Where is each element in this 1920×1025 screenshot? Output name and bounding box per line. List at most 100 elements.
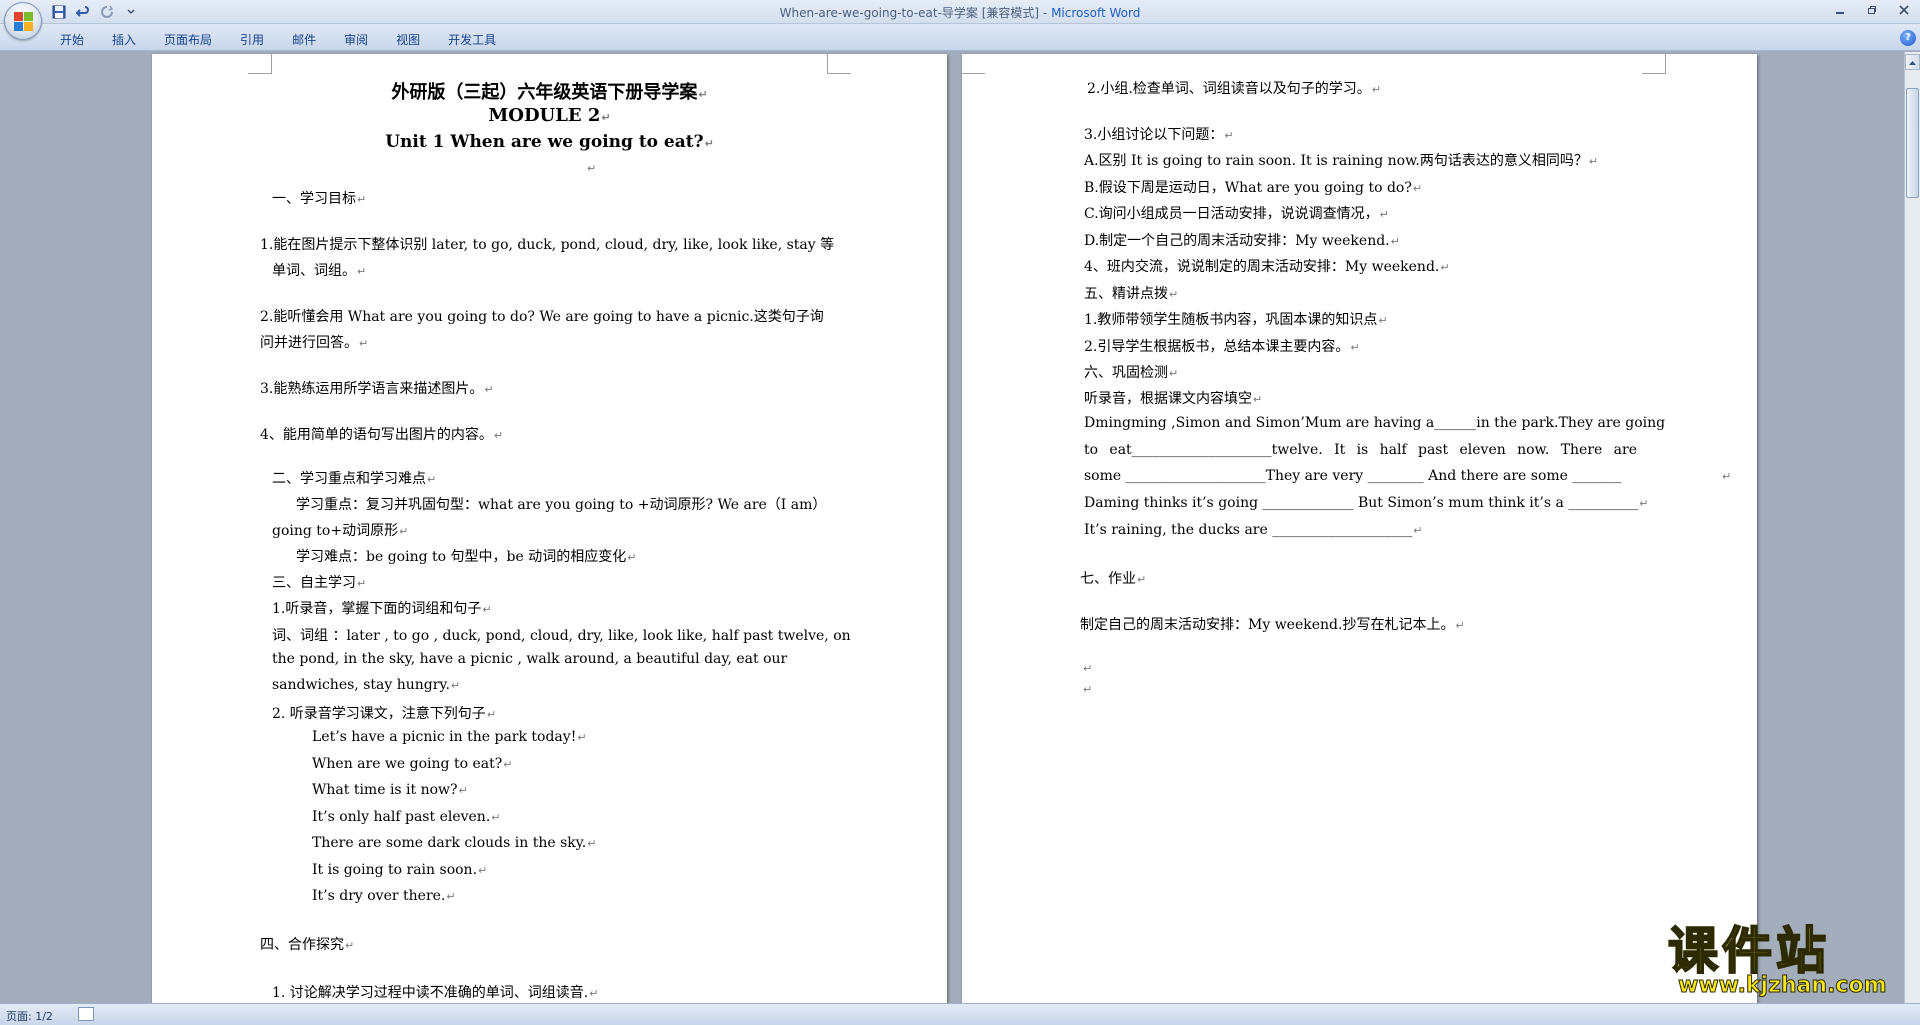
- tab-home[interactable]: 开始: [48, 29, 96, 50]
- watermark-brand: 课件站: [1667, 922, 1830, 980]
- tab-mailings[interactable]: 邮件: [280, 29, 328, 50]
- paragraph-mark: ↵: [1371, 83, 1382, 96]
- vertical-scrollbar[interactable]: [1904, 52, 1920, 1003]
- goal-2-text-cont: 问并进行回答。: [260, 335, 358, 351]
- document-page-1[interactable]: 外研版（三起）六年级英语下册导学案↵ MODULE 2↵ Unit 1 When…: [152, 54, 947, 1003]
- cooperation-4-text: 4、班内交流，说说制定的周末活动安排：My weekend.: [1084, 259, 1440, 275]
- close-button[interactable]: [1894, 2, 1914, 18]
- paragraph-mark: ↵: [493, 429, 504, 442]
- crop-mark: [248, 54, 272, 74]
- paragraph-mark: ↵: [627, 551, 637, 564]
- crop-mark: [827, 54, 851, 74]
- scrollbar-thumb[interactable]: [1906, 88, 1919, 198]
- unit-heading: Unit 1 When are we going to eat?: [385, 132, 704, 152]
- cooperation-line: 2.小组.检查单词、词组读音以及句子的学习。↵: [1087, 78, 1381, 98]
- paragraph-mark: ↵: [587, 162, 597, 175]
- paragraph-mark: ↵: [1169, 288, 1179, 301]
- sentence-text: It is going to rain soon.: [312, 862, 478, 878]
- scroll-up-button[interactable]: [1905, 54, 1920, 70]
- fill-word: eat____________________twelve.: [1109, 442, 1323, 458]
- tab-developer[interactable]: 开发工具: [436, 29, 508, 50]
- paragraph-mark: ↵: [1137, 573, 1147, 586]
- difficulty-text: 学习难点：be going to 句型中，be 动词的相应变化: [296, 549, 627, 565]
- tab-references[interactable]: 引用: [228, 29, 276, 50]
- window-title: When-are-we-going-to-eat-导学案 [兼容模式] - Mi…: [0, 4, 1920, 21]
- listen-instruction: 听录音，根据课文内容填空: [1084, 391, 1252, 407]
- paragraph-mark: ↵: [587, 837, 597, 850]
- ribbon: 开始 插入 页面布局 引用 邮件 审阅 视图 开发工具 ?: [0, 24, 1920, 51]
- vocab-line: the pond, in the sky, have a picnic , wa…: [272, 651, 787, 667]
- explain-line: 2.引导学生根据板书，总结本课主要内容。↵: [1084, 336, 1360, 356]
- document-workspace[interactable]: 外研版（三起）六年级英语下册导学案↵ MODULE 2↵ Unit 1 When…: [0, 52, 1904, 1003]
- page-title: 外研版（三起）六年级英语下册导学案: [391, 82, 698, 103]
- paragraph-mark: ↵: [1390, 235, 1400, 248]
- paragraph-mark: ↵: [357, 265, 367, 278]
- goal-line: 单词、词组。↵: [272, 260, 366, 280]
- site-watermark: 课件站 www.kjzhan.com: [1667, 922, 1898, 1003]
- key-point-line: 学习重点：复习并巩固句型：what are you going to +动词原形…: [296, 494, 826, 514]
- explain-line: 1.教师带领学生随板书内容，巩固本课的知识点↵: [1084, 309, 1388, 329]
- paragraph-mark: ↵: [359, 337, 369, 350]
- help-button[interactable]: ?: [1900, 30, 1916, 46]
- minimize-icon: [1836, 12, 1844, 14]
- paragraph-mark: ↵: [1083, 683, 1093, 696]
- tab-insert[interactable]: 插入: [100, 29, 148, 50]
- document-page-2[interactable]: 2.小组.检查单词、词组读音以及句子的学习。↵ 3.小组讨论以下问题：↵ A.区…: [962, 54, 1757, 1003]
- restore-button[interactable]: [1862, 2, 1882, 18]
- key-point-text: 学习重点：复习并巩固句型：what are you going to +动词原形…: [296, 497, 827, 513]
- cooperation-line: 1. 讨论解决学习过程中读不准确的单词、词组读音.↵: [272, 982, 598, 1002]
- empty-line: ↵: [1082, 660, 1092, 676]
- section-heading: 三、自主学习↵: [272, 572, 366, 592]
- fill-blank-line: It’s raining, the ducks are ____________…: [1084, 522, 1422, 538]
- goal-line: 3.能熟练运用所学语言来描述图片。↵: [260, 378, 494, 398]
- vocab-text-cont: the pond, in the sky, have a picnic , wa…: [272, 651, 788, 667]
- self-study-line: 1.听录音，掌握下面的词组和句子↵: [272, 598, 492, 618]
- fill-word: It: [1334, 442, 1346, 458]
- paragraph-mark: ↵: [1083, 662, 1093, 675]
- goal-1-text: 1.能在图片提示下整体识别 later, to go, duck, pond, …: [260, 237, 835, 253]
- question-line: C.询问小组成员一日活动安排，说说调查情况，↵: [1084, 203, 1389, 223]
- sentence-line: It’s only half past eleven.↵: [312, 809, 501, 825]
- fill-word: half: [1379, 442, 1407, 458]
- restore-icon: [1868, 6, 1876, 14]
- module-line: MODULE 2↵: [152, 105, 947, 126]
- paragraph-mark: ↵: [357, 577, 367, 590]
- tab-review[interactable]: 审阅: [332, 29, 380, 50]
- paragraph-mark: ↵: [1378, 314, 1388, 327]
- tab-page-layout[interactable]: 页面布局: [152, 29, 224, 50]
- question-c-text: C.询问小组成员一日活动安排，说说调查情况，: [1084, 206, 1379, 222]
- goal-line: 问并进行回答。↵: [260, 332, 368, 352]
- fill-blank-text: some ____________________They are very _…: [1084, 468, 1622, 484]
- paragraph-mark: ↵: [577, 731, 587, 744]
- page-count-indicator[interactable]: 页面: 1/2: [6, 1008, 53, 1024]
- self-study-2-text: 2. 听录音学习课文，注意下列句子: [272, 706, 486, 722]
- paragraph-mark: ↵: [486, 708, 497, 721]
- paragraph-mark: ↵: [601, 111, 611, 124]
- cooperation-line: 3.小组讨论以下问题：↵: [1084, 124, 1234, 144]
- vocab-line: 词、词组 ：later , to go , duck, pond, cloud,…: [272, 625, 851, 645]
- explain-2-text: 2.引导学生根据板书，总结本课主要内容。: [1084, 339, 1350, 355]
- homework-line: 制定自己的周末活动安排：My weekend.抄写在札记本上。↵: [1080, 614, 1465, 634]
- paragraph-mark: ↵: [1379, 208, 1389, 221]
- tab-view[interactable]: 视图: [384, 29, 432, 50]
- empty-line: ↵: [1082, 681, 1092, 697]
- fill-blank-line: Dmingming ,Simon and Simon’Mum are havin…: [1084, 415, 1665, 431]
- fill-word: There: [1560, 442, 1603, 458]
- window-controls: [1830, 2, 1914, 18]
- office-button[interactable]: [4, 2, 42, 40]
- paragraph-mark: ↵: [399, 525, 409, 538]
- sentence-line: When are we going to eat?↵: [312, 756, 512, 772]
- arrow-up-icon: [1909, 61, 1916, 65]
- paragraph-mark: ↵: [482, 603, 492, 616]
- key-point-line: going to+动词原形↵: [272, 520, 408, 540]
- paragraph-mark: ↵: [1440, 261, 1450, 274]
- module-heading: MODULE 2: [488, 105, 601, 126]
- section-4-heading: 四、合作探究: [260, 937, 344, 953]
- empty-line: ↵: [1721, 468, 1731, 484]
- fill-word: to: [1084, 442, 1099, 458]
- sentence-line: What time is it now?↵: [312, 782, 468, 798]
- sentence-text: What time is it now?: [312, 782, 458, 798]
- goal-1-text-cont: 单词、词组。: [272, 263, 356, 279]
- proofing-icon[interactable]: [78, 1007, 94, 1021]
- minimize-button[interactable]: [1830, 2, 1850, 18]
